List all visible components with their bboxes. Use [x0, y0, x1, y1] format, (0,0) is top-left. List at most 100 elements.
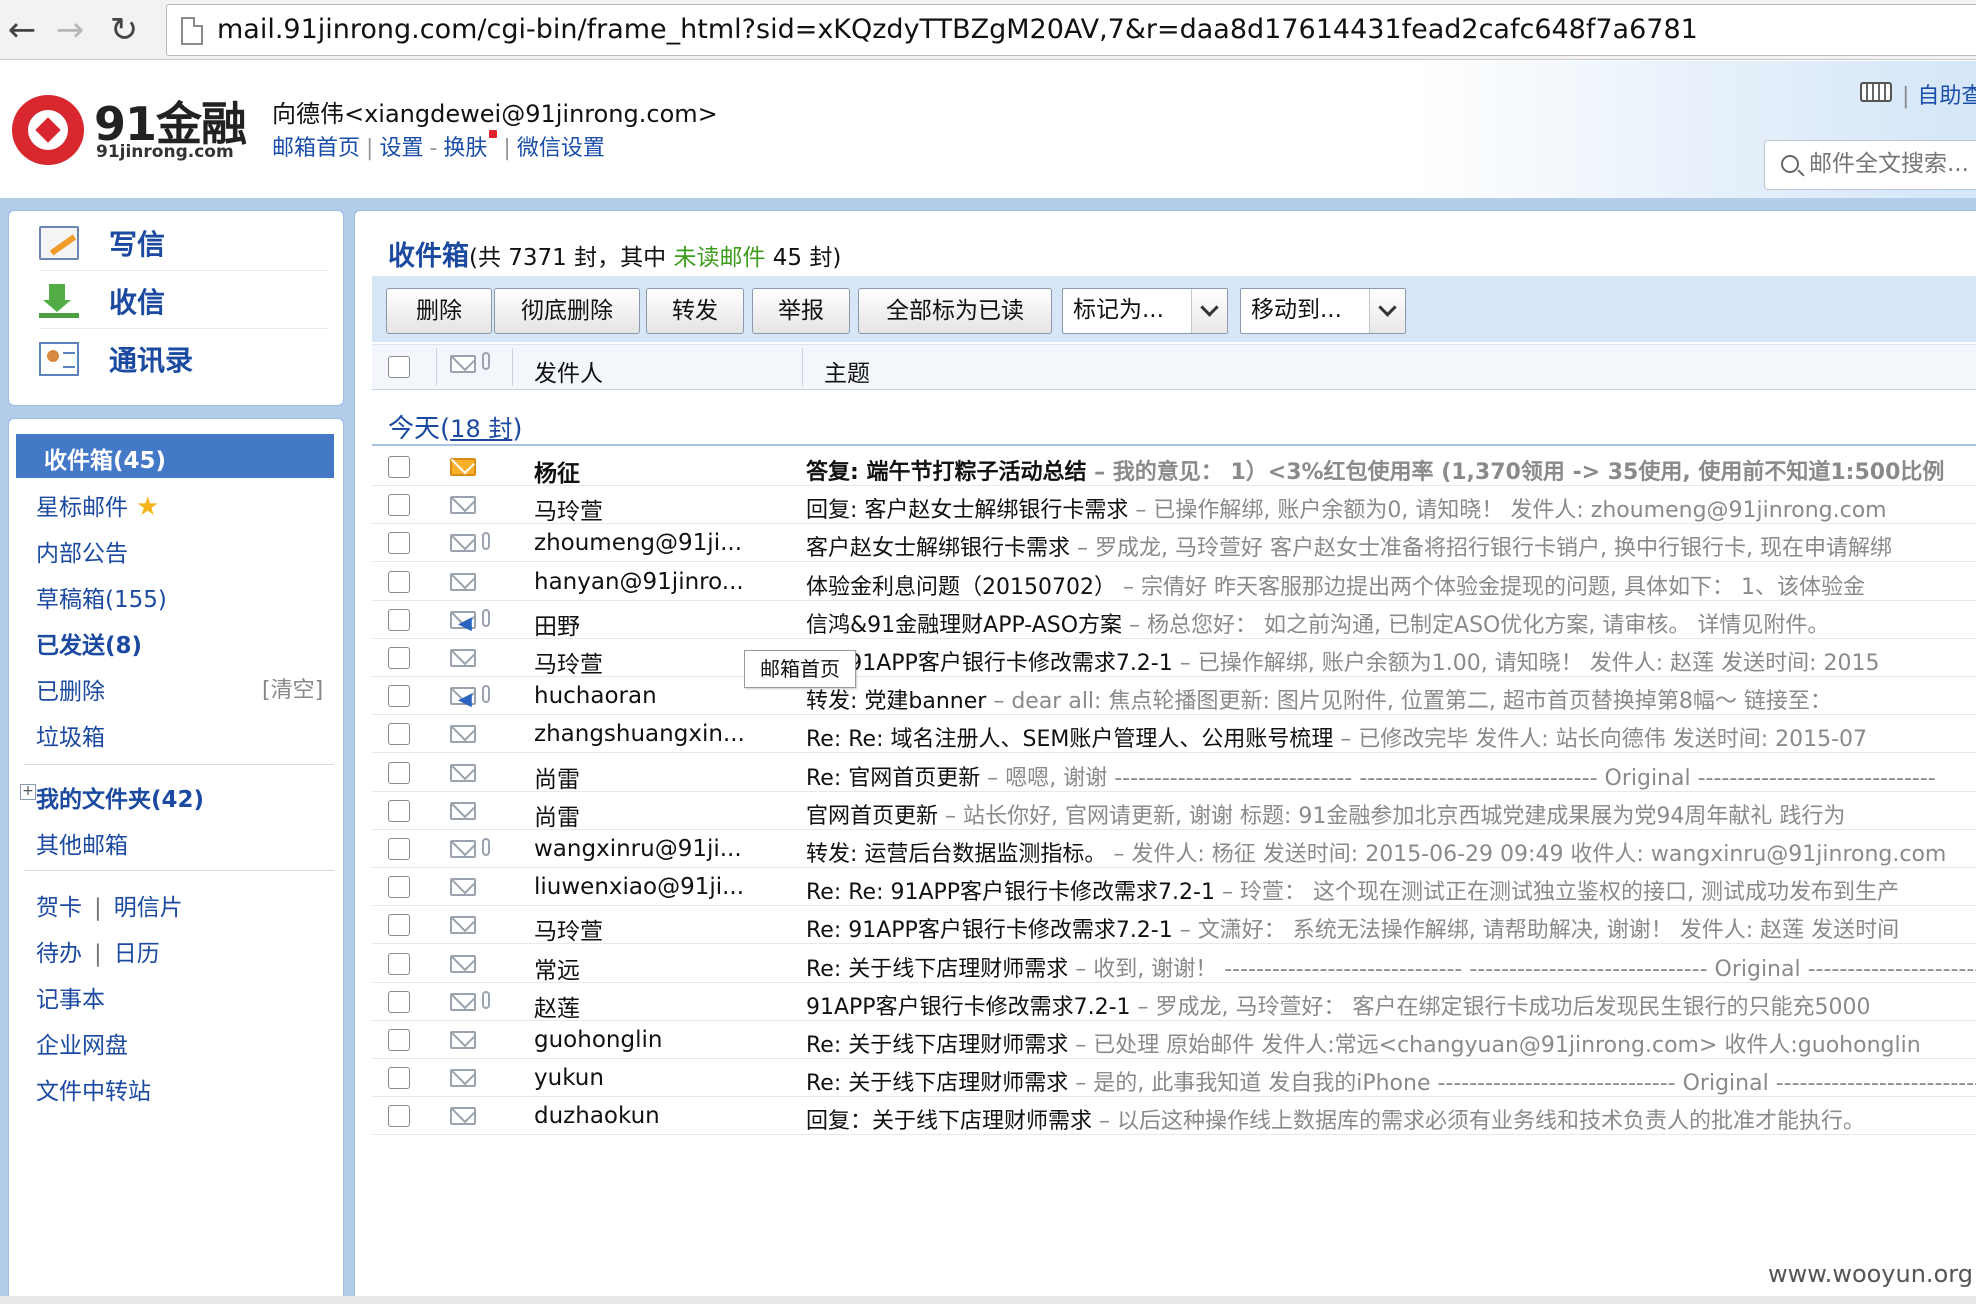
row-checkbox[interactable] [388, 762, 410, 784]
email-row[interactable]: 常远 Re: 关于线下店理财师需求 – 收到, 谢谢！ -------------… [372, 945, 1976, 983]
mark-as-dropdown[interactable]: 标记为... [1062, 288, 1228, 334]
row-checkbox[interactable] [388, 876, 410, 898]
folder-junk[interactable]: 垃圾箱 [36, 718, 105, 752]
subject-text: Re: 91APP客户银行卡修改需求7.2-1 [806, 918, 1173, 943]
email-sender: 常远 [534, 958, 580, 983]
expand-icon[interactable]: + [20, 784, 36, 800]
row-checkbox[interactable] [388, 609, 410, 631]
email-subject: Re: 关于线下店理财师需求 – 已处理 原始邮件 发件人:常远<changyu… [806, 1027, 1921, 1058]
group-divider [372, 444, 1976, 446]
row-checkbox[interactable] [388, 953, 410, 975]
email-sender: 田野 [534, 614, 580, 639]
report-button[interactable]: 举报 [752, 288, 850, 334]
email-row[interactable]: 马玲萱 Re: 91APP客户银行卡修改需求7.2-1 – 文潇好： 系统无法操作… [372, 906, 1976, 944]
sidebar-write[interactable]: 写信 [39, 215, 329, 271]
row-checkbox[interactable] [388, 838, 410, 860]
mark-all-read-button[interactable]: 全部标为已读 [858, 288, 1052, 334]
folder-sent[interactable]: 已发送(8) [36, 626, 142, 660]
subject-text: 答复: 端午节打粽子活动总结 [806, 460, 1087, 485]
folder-deleted[interactable]: 已删除 [36, 672, 105, 706]
email-subject: 转发: 运营后台数据监测指标。 – 发件人: 杨征 发送时间: 2015-06-… [806, 836, 1946, 867]
email-row[interactable]: hanyan@91jinro... 体验金利息问题（20150702） – 宗倩好… [372, 563, 1976, 601]
header-icons [372, 340, 522, 388]
tooltip: 邮箱首页 [744, 650, 856, 688]
keyboard-icon[interactable] [1860, 82, 1892, 102]
clear-trash-link[interactable]: [清空] [262, 672, 323, 704]
link-mailbox-home[interactable]: 邮箱首页 [272, 136, 360, 161]
email-row[interactable]: 尚雷 官网首页更新 – 站长你好, 官网请更新, 谢谢 标题: 91金融参加北京西… [372, 792, 1976, 830]
row-checkbox[interactable] [388, 800, 410, 822]
row-checkbox[interactable] [388, 456, 410, 478]
unread-link[interactable]: 未读邮件 [673, 245, 765, 271]
email-row[interactable]: 尚雷 Re: 官网首页更新 – 嗯嗯, 谢谢 ------------------… [372, 754, 1976, 792]
row-checkbox[interactable] [388, 532, 410, 554]
reload-icon[interactable]: ↻ [102, 8, 146, 52]
envelope-icon [450, 764, 476, 782]
email-row[interactable]: 赵莲 91APP客户银行卡修改需求7.2-1 – 罗成龙, 马玲萱好： 客户在绑定… [372, 983, 1976, 1021]
folder-inbox[interactable]: 收件箱(45) [16, 434, 334, 478]
column-subject[interactable]: 主题 [824, 354, 870, 388]
folder-notice[interactable]: 内部公告 [36, 534, 128, 568]
link-wechat-settings[interactable]: 微信设置 [517, 136, 605, 161]
folder-other-mail[interactable]: 其他邮箱 [36, 826, 128, 860]
email-row[interactable]: zhoumeng@91ji... 客户赵女士解绑银行卡需求 – 罗成龙, 马玲萱好… [372, 524, 1976, 562]
subject-text: Re: Re: 91APP客户银行卡修改需求7.2-1 [806, 880, 1215, 905]
row-checkbox[interactable] [388, 991, 410, 1013]
forward-icon[interactable]: → [48, 8, 92, 52]
column-sender[interactable]: 发件人 [534, 354, 603, 388]
sidebar-contacts[interactable]: 通讯录 [39, 331, 329, 387]
horizontal-scrollbar[interactable] [0, 1296, 1976, 1304]
link-todo[interactable]: 待办 [36, 941, 82, 967]
email-row[interactable]: wangxinru@91ji... 转发: 运营后台数据监测指标。 – 发件人: … [372, 830, 1976, 868]
row-checkbox[interactable] [388, 1067, 410, 1089]
email-row[interactable]: 马玲萱 Re: 91APP客户银行卡修改需求7.2-1 – 已操作解绑, 账户余额… [372, 639, 1976, 677]
delete-button[interactable]: 删除 [386, 288, 492, 334]
help-link[interactable]: |自助查询 [1902, 78, 1976, 110]
forward-button[interactable]: 转发 [646, 288, 744, 334]
link-settings[interactable]: 设置 [379, 136, 423, 161]
email-row[interactable]: zhangshuangxin... Re: Re: 域名注册人、SEM账户管理人、… [372, 715, 1976, 753]
email-row[interactable]: yukun Re: 关于线下店理财师需求 – 是的, 此事我知道 发自我的iPho… [372, 1059, 1976, 1097]
delete-permanently-button[interactable]: 彻底删除 [494, 288, 640, 334]
link-calendar[interactable]: 日历 [114, 941, 160, 967]
email-subject: Re: 91APP客户银行卡修改需求7.2-1 – 文潇好： 系统无法操作解绑,… [806, 912, 1899, 943]
address-bar[interactable]: mail.91jinrong.com/cgi-bin/frame_html?si… [166, 4, 1976, 56]
email-sender: liuwenxiao@91ji... [534, 874, 745, 900]
row-checkbox[interactable] [388, 571, 410, 593]
group-count-link[interactable]: 18 封 [450, 415, 512, 443]
search-input[interactable] [1809, 151, 1976, 177]
sidebar-receive[interactable]: 收信 [39, 273, 329, 329]
row-checkbox[interactable] [388, 647, 410, 669]
row-checkbox[interactable] [388, 1029, 410, 1051]
new-dot-icon [489, 130, 498, 138]
move-to-dropdown[interactable]: 移动到... [1240, 288, 1406, 334]
link-notepad[interactable]: 记事本 [36, 980, 105, 1014]
email-row[interactable]: duzhaokun 回复：关于线下店理财师需求 – 以后这种操作线上数据库的需求必… [372, 1097, 1976, 1135]
folder-my-folders[interactable]: 我的文件夹(42) [36, 780, 204, 814]
email-preview: – 以后这种操作线上数据库的需求必须有业务线和技术负责人的批准才能执行。 [1092, 1109, 1866, 1134]
logo-icon [12, 95, 84, 165]
search-box[interactable] [1764, 140, 1976, 190]
email-row[interactable]: 杨征 答复: 端午节打粽子活动总结 – 我的意见： 1）<3%红包使用率 (1,3… [372, 448, 1976, 486]
link-card[interactable]: 贺卡 [36, 895, 82, 921]
email-row[interactable]: 马玲萱 回复: 客户赵女士解绑银行卡需求 – 已操作解绑, 账户余额为0, 请知晓… [372, 486, 1976, 524]
link-file-transfer[interactable]: 文件中转站 [36, 1072, 151, 1106]
folder-starred[interactable]: 星标邮件 ★ [36, 488, 159, 522]
envelope-icon [450, 993, 476, 1011]
link-skin[interactable]: 换肤 [443, 136, 487, 161]
email-preview: – 已操作解绑, 账户余额为0, 请知晓！ 发件人: zhoumeng@91ji… [1128, 498, 1887, 523]
email-preview: – 嗯嗯, 谢谢 ------------------------------ … [980, 766, 1936, 791]
row-checkbox[interactable] [388, 494, 410, 516]
row-checkbox[interactable] [388, 685, 410, 707]
back-icon[interactable]: ← [0, 8, 44, 52]
link-postcard[interactable]: 明信片 [114, 895, 183, 921]
email-row[interactable]: ◀ 田野 信鸿&91金融理财APP-ASO方案 – 杨总您好： 如之前沟通, 已制定… [372, 601, 1976, 639]
row-checkbox[interactable] [388, 914, 410, 936]
email-row[interactable]: liuwenxiao@91ji... Re: Re: 91APP客户银行卡修改需求… [372, 868, 1976, 906]
row-checkbox[interactable] [388, 723, 410, 745]
email-row[interactable]: guohonglin Re: 关于线下店理财师需求 – 已处理 原始邮件 发件人:… [372, 1021, 1976, 1059]
folder-drafts[interactable]: 草稿箱(155) [36, 580, 167, 614]
link-netdisk[interactable]: 企业网盘 [36, 1026, 128, 1060]
email-row[interactable]: ◀ huchaoran 转发: 党建banner – dear all: 焦点轮播图… [372, 677, 1976, 715]
row-checkbox[interactable] [388, 1105, 410, 1127]
